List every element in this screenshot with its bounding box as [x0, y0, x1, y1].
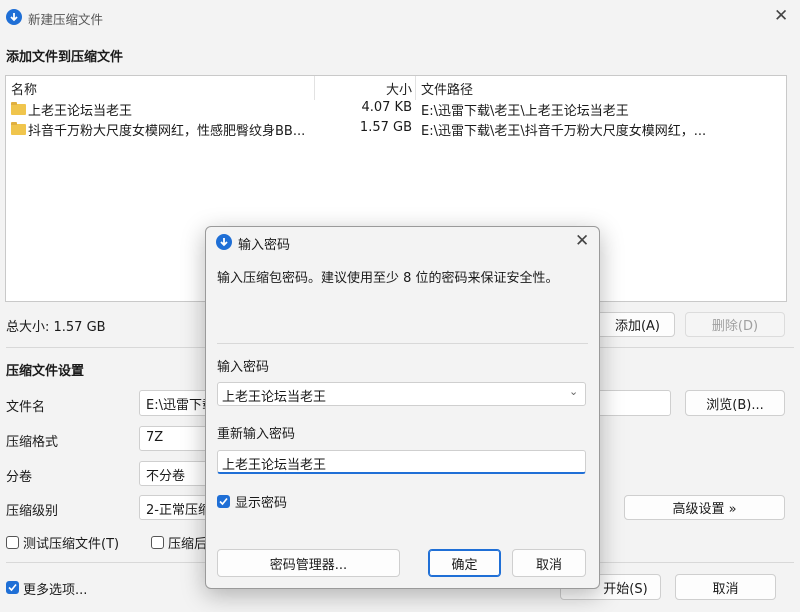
test-archive-label: 测试压缩文件(T)	[23, 537, 120, 552]
advanced-settings-button[interactable]: 高级设置 »	[624, 495, 785, 520]
window-title: 新建压缩文件	[28, 12, 104, 27]
divider	[217, 343, 588, 344]
confirm-password-input[interactable]: 上老王论坛当老王	[217, 450, 586, 474]
folder-icon	[11, 122, 26, 135]
file-size: 4.07 KB	[361, 100, 412, 115]
show-password-checkbox[interactable]	[217, 495, 230, 508]
browse-button[interactable]: 浏览(B)...	[685, 390, 785, 416]
password-combo[interactable]: 上老王论坛当老王 ⌄	[217, 382, 586, 406]
split-label: 分卷	[6, 470, 33, 485]
password-manager-button[interactable]: 密码管理器...	[217, 549, 400, 577]
password-value: 上老王论坛当老王	[222, 390, 327, 405]
after-compress-label: 压缩后	[168, 537, 208, 552]
table-row[interactable]: 上老王论坛当老王 4.07 KB E:\迅雷下载\老王\上老王论坛当老王	[6, 99, 784, 119]
column-header-name[interactable]: 名称	[11, 79, 37, 98]
confirm-password-value: 上老王论坛当老王	[222, 458, 327, 473]
close-icon[interactable]: ✕	[774, 8, 788, 25]
checkmark-icon	[8, 583, 17, 592]
file-name: 抖音千万粉大尺度女模网红，性感肥臀纹身BB...	[28, 124, 306, 139]
dialog-close-icon[interactable]: ✕	[575, 233, 589, 250]
start-button-label: 开始(S)	[603, 581, 648, 597]
test-archive-checkbox[interactable]	[6, 536, 19, 549]
more-options-label: 更多选项...	[23, 583, 88, 598]
total-size: 总大小: 1.57 GB	[6, 320, 106, 335]
table-row[interactable]: 抖音千万粉大尺度女模网红，性感肥臀纹身BB... 1.57 GB E:\迅雷下载…	[6, 119, 784, 139]
confirm-password-label: 重新输入密码	[217, 427, 296, 442]
column-header-size[interactable]: 大小	[386, 79, 412, 98]
add-section-title: 添加文件到压缩文件	[6, 50, 124, 65]
ok-button[interactable]: 确定	[428, 549, 501, 577]
app-logo-icon	[6, 9, 22, 25]
delete-button[interactable]: 删除(D)	[685, 312, 785, 337]
column-separator	[314, 76, 315, 100]
file-name: 上老王论坛当老王	[28, 104, 133, 119]
dialog-description: 输入压缩包密码。建议使用至少 8 位的密码来保证安全性。	[217, 271, 559, 286]
file-path: E:\迅雷下载\老王\上老王论坛当老王	[421, 104, 629, 119]
after-compress-checkbox[interactable]	[151, 536, 164, 549]
password-label: 输入密码	[217, 360, 270, 375]
column-separator	[415, 76, 416, 100]
checkmark-icon	[219, 497, 228, 506]
settings-section-title: 压缩文件设置	[6, 364, 85, 379]
show-password-label: 显示密码	[235, 496, 288, 511]
file-path: E:\迅雷下载\老王\抖音千万粉大尺度女模网红，...	[421, 124, 707, 139]
chevron-down-icon[interactable]: ⌄	[569, 385, 578, 398]
title-bar: 新建压缩文件 ✕	[0, 0, 800, 34]
file-size: 1.57 GB	[359, 120, 412, 135]
format-label: 压缩格式	[6, 435, 59, 450]
dialog-cancel-button[interactable]: 取消	[512, 549, 586, 577]
column-header-path[interactable]: 文件路径	[421, 79, 473, 98]
cancel-button[interactable]: 取消	[675, 574, 776, 600]
password-dialog: 输入密码 ✕ 输入压缩包密码。建议使用至少 8 位的密码来保证安全性。 输入密码…	[205, 226, 600, 589]
folder-icon	[11, 102, 26, 115]
level-label: 压缩级别	[6, 504, 59, 519]
app-logo-icon	[216, 234, 232, 250]
dialog-title: 输入密码	[238, 238, 291, 253]
add-button-label: 添加(A)	[614, 319, 661, 334]
more-options-checkbox[interactable]	[6, 581, 19, 594]
filename-label: 文件名	[6, 400, 46, 415]
